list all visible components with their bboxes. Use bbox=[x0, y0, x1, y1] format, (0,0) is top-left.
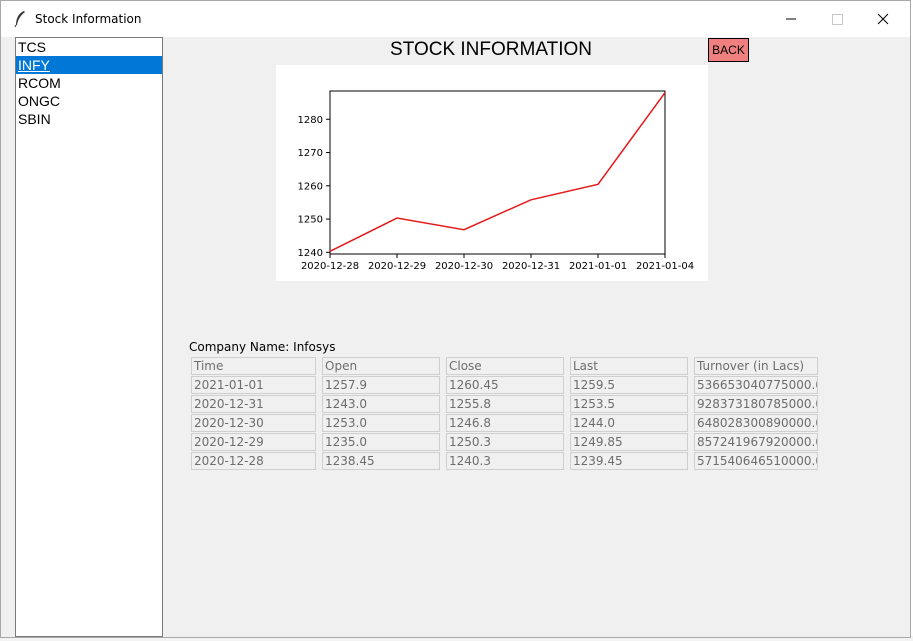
table-cell[interactable]: 1240.3 bbox=[446, 452, 564, 470]
table-cell[interactable]: 1238.45 bbox=[322, 452, 440, 470]
app-window: Stock Information TCS INFY RCOM ONGC SBIN ST… bbox=[0, 0, 911, 638]
table-cell[interactable]: 1255.8 bbox=[446, 395, 564, 413]
close-button[interactable] bbox=[860, 1, 906, 37]
price-chart: 1240 1250 1260 1270 1280 2020-12-28 2020-12-29… bbox=[276, 65, 708, 281]
y-tick-label: 1240 bbox=[298, 248, 323, 259]
table-header-cell: Open bbox=[322, 357, 440, 375]
table-header-cell: Last bbox=[570, 357, 688, 375]
table-cell[interactable]: 2021-01-01 bbox=[191, 376, 316, 394]
table-cell[interactable]: 857241967920000.0 bbox=[694, 433, 818, 451]
table-cell[interactable]: 536653040775000.0 bbox=[694, 376, 818, 394]
price-chart-svg: 1240 1250 1260 1270 1280 2020-12-28 2020-12-29… bbox=[298, 90, 694, 272]
table-cell[interactable]: 928373180785000.0 bbox=[694, 395, 818, 413]
y-tick-label: 1250 bbox=[298, 215, 323, 226]
minimize-button[interactable] bbox=[768, 1, 814, 37]
table-cell[interactable]: 1249.85 bbox=[570, 433, 688, 451]
table-cell[interactable]: 571540646510000.0 bbox=[694, 452, 818, 470]
x-tick-label: 2020-12-30 bbox=[435, 261, 493, 272]
table-cell[interactable]: 2020-12-30 bbox=[191, 414, 316, 432]
table-cell[interactable]: 1246.8 bbox=[446, 414, 564, 432]
table-header-cell: Close bbox=[446, 357, 564, 375]
table-cell[interactable]: 1244.0 bbox=[570, 414, 688, 432]
table-cell[interactable]: 648028300890000.0 bbox=[694, 414, 818, 432]
table-cell[interactable]: 1260.45 bbox=[446, 376, 564, 394]
table-cell[interactable]: 1235.0 bbox=[322, 433, 440, 451]
table-cell[interactable]: 1253.5 bbox=[570, 395, 688, 413]
stock-list-item[interactable]: INFY bbox=[16, 56, 162, 74]
x-tick-label: 2020-12-29 bbox=[368, 261, 426, 272]
stock-list-item[interactable]: TCS bbox=[16, 38, 162, 56]
table-cell[interactable]: 1250.3 bbox=[446, 433, 564, 451]
table-header-cell: Time bbox=[191, 357, 316, 375]
x-tick-label: 2020-12-31 bbox=[502, 261, 560, 272]
table-header-cell: Turnover (in Lacs) bbox=[694, 357, 818, 375]
maximize-button[interactable] bbox=[814, 1, 860, 37]
x-tick-label: 2021-01-01 bbox=[569, 261, 627, 272]
table-cell[interactable]: 1253.0 bbox=[322, 414, 440, 432]
y-tick-label: 1260 bbox=[298, 181, 323, 192]
table-cell[interactable]: 2020-12-28 bbox=[191, 452, 316, 470]
table-cell[interactable]: 2020-12-29 bbox=[191, 433, 316, 451]
table-cell[interactable]: 2020-12-31 bbox=[191, 395, 316, 413]
plot-frame bbox=[329, 90, 666, 255]
table-cell[interactable]: 1257.9 bbox=[322, 376, 440, 394]
stock-list-item[interactable]: RCOM bbox=[16, 74, 162, 92]
x-tick-label: 2021-01-04 bbox=[636, 261, 694, 272]
stock-list-item[interactable]: SBIN bbox=[16, 110, 162, 128]
stock-listbox[interactable]: TCS INFY RCOM ONGC SBIN bbox=[15, 37, 163, 637]
table-cell[interactable]: 1259.5 bbox=[570, 376, 688, 394]
feather-icon bbox=[14, 11, 25, 28]
table-cell[interactable]: 1243.0 bbox=[322, 395, 440, 413]
x-tick-label: 2020-12-28 bbox=[301, 261, 359, 272]
back-button[interactable]: BACK bbox=[708, 38, 749, 62]
company-name: Company Name: Infosys bbox=[189, 340, 336, 354]
window-title: Stock Information bbox=[35, 12, 142, 26]
title-bar[interactable]: Stock Information bbox=[1, 1, 910, 37]
stock-list-item[interactable]: ONGC bbox=[16, 92, 162, 110]
y-tick-label: 1280 bbox=[298, 115, 323, 126]
y-tick-label: 1270 bbox=[298, 148, 323, 159]
page-title: STOCK INFORMATION bbox=[390, 39, 592, 60]
table-cell[interactable]: 1239.45 bbox=[570, 452, 688, 470]
